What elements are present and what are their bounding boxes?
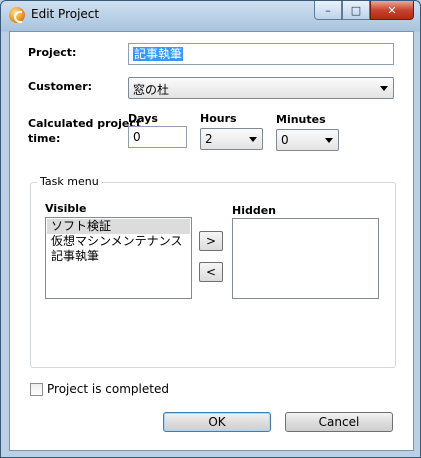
list-item[interactable]: 記事執筆 (47, 249, 190, 264)
hours-label: Hours (200, 112, 237, 125)
project-input[interactable]: 記事執筆 (128, 43, 394, 65)
chevron-down-icon (380, 86, 388, 91)
calculated-time-label-line1: Calculated project (28, 117, 142, 130)
customer-select-value: 窓の杜 (133, 83, 170, 97)
close-button[interactable]: ✕ (370, 1, 414, 20)
move-to-visible-button[interactable]: < (199, 262, 223, 282)
project-completed-row[interactable]: Project is completed (30, 382, 169, 396)
hours-select-value: 2 (205, 132, 213, 146)
hidden-list-label: Hidden (232, 204, 277, 217)
edit-project-window: Edit Project – □ ✕ Project: 記事執筆 Custome… (0, 0, 421, 458)
project-label: Project: (28, 46, 77, 59)
project-completed-label: Project is completed (47, 382, 169, 396)
caption-buttons: – □ ✕ (314, 1, 414, 20)
project-input-value: 記事執筆 (133, 47, 184, 61)
minimize-button[interactable]: – (314, 1, 342, 20)
task-menu-group: Task menu Visible ソフト検証 仮想マシンメンテナンス 記事執筆… (30, 175, 396, 368)
chevron-right-icon: > (205, 234, 217, 248)
dialog-body: Project: 記事執筆 Customer: 窓の杜 Calculated p… (9, 31, 414, 451)
minutes-select[interactable]: 0 (276, 129, 339, 151)
close-icon: ✕ (387, 3, 397, 17)
chevron-left-icon: < (205, 265, 217, 279)
project-completed-checkbox[interactable] (30, 382, 43, 396)
days-input-value: 0 (133, 130, 141, 144)
cancel-button[interactable]: Cancel (285, 412, 393, 432)
cancel-button-label: Cancel (318, 415, 360, 429)
title-bar[interactable]: Edit Project – □ ✕ (1, 1, 420, 31)
chevron-down-icon (249, 137, 257, 142)
chevron-down-icon (325, 138, 333, 143)
minutes-select-value: 0 (281, 133, 289, 147)
minutes-label: Minutes (276, 113, 326, 126)
hours-select[interactable]: 2 (200, 128, 263, 150)
calculated-time-label-line2: time: (28, 132, 61, 145)
maximize-button[interactable]: □ (342, 1, 370, 20)
customer-select[interactable]: 窓の杜 (128, 77, 394, 99)
minimize-icon: – (325, 3, 331, 17)
list-item[interactable]: 仮想マシンメンテナンス (47, 234, 190, 249)
days-input[interactable]: 0 (128, 126, 187, 148)
days-label: Days (128, 112, 158, 125)
list-item[interactable]: ソフト検証 (47, 219, 190, 234)
visible-list-label: Visible (45, 202, 87, 215)
hidden-task-list[interactable] (232, 218, 379, 299)
maximize-icon: □ (350, 3, 362, 17)
move-to-hidden-button[interactable]: > (199, 231, 223, 251)
app-logo-icon (9, 7, 25, 23)
window-title: Edit Project (31, 7, 100, 21)
ok-button[interactable]: OK (163, 412, 271, 432)
ok-button-label: OK (208, 415, 226, 429)
visible-task-list[interactable]: ソフト検証 仮想マシンメンテナンス 記事執筆 (45, 217, 192, 299)
task-menu-title: Task menu (37, 175, 102, 188)
customer-label: Customer: (28, 80, 93, 93)
